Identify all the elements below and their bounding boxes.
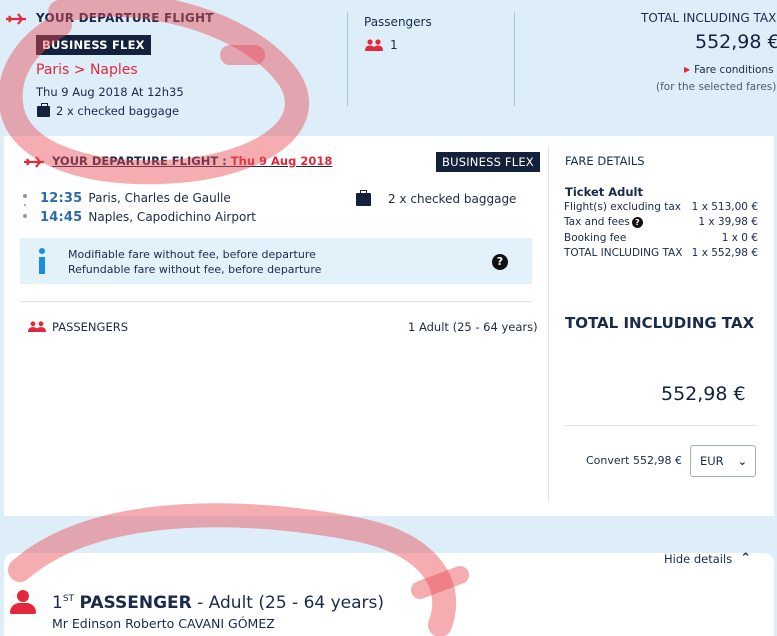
passengers-value: 1 Adult (25 - 64 years) bbox=[408, 320, 538, 334]
route: Paris > Naples bbox=[36, 62, 138, 78]
modifiable-note: Modifiable fare without fee, before depa… bbox=[68, 248, 316, 261]
itinerary-dot bbox=[23, 194, 27, 198]
departure-flight-heading-date: Thu 9 Aug 2018 bbox=[230, 154, 333, 168]
divider bbox=[514, 12, 515, 106]
fare-row-label: Tax and fees bbox=[564, 216, 630, 228]
chevron-down-icon: ⌄ bbox=[737, 455, 747, 468]
total-value: 552,98 € bbox=[661, 383, 746, 405]
baggage-detail: 2 x checked baggage bbox=[356, 189, 517, 206]
info-icon bbox=[36, 248, 48, 274]
passenger-word: PASSENGER bbox=[79, 593, 192, 613]
fare-row-label: TOTAL INCLUDING TAX bbox=[564, 247, 683, 259]
departure-flight-title: YOUR DEPARTURE FLIGHT bbox=[36, 11, 214, 25]
fare-info-box bbox=[20, 238, 532, 284]
plane-icon bbox=[6, 13, 26, 25]
person-icon bbox=[8, 590, 38, 614]
ticket-type: Ticket Adult bbox=[565, 185, 644, 199]
baggage-detail-text: 2 x checked baggage bbox=[388, 192, 517, 206]
baggage-icon bbox=[37, 102, 50, 117]
plane-icon bbox=[24, 156, 44, 168]
passenger-ordinal-suffix: ST bbox=[62, 594, 75, 604]
passenger-ordinal: 1 bbox=[52, 593, 63, 613]
hide-details-label: Hide details bbox=[664, 551, 733, 566]
divider bbox=[20, 301, 532, 302]
itinerary-line bbox=[23, 194, 27, 218]
departure-airport: Paris, Charles de Gaulle bbox=[88, 191, 231, 205]
fare-conditions-link[interactable]: Fare conditions bbox=[684, 64, 773, 76]
passenger-title: 1ST PASSENGER - Adult (25 - 64 years) bbox=[52, 593, 384, 613]
departure-row: 12:35 Paris, Charles de Gaulle bbox=[40, 191, 231, 206]
fare-row-value: 1 x 0 € bbox=[721, 232, 758, 244]
divider bbox=[347, 12, 348, 106]
departure-datetime: Thu 9 Aug 2018 At 12h35 bbox=[36, 85, 184, 99]
fare-row-total: TOTAL INCLUDING TAX 1 x 552,98 € bbox=[564, 247, 758, 259]
total-label: TOTAL INCLUDING TAX bbox=[641, 11, 777, 25]
fare-row-value: 1 x 39,98 € bbox=[698, 216, 758, 228]
passenger-name: Mr Edinson Roberto CAVANI GÓMEZ bbox=[52, 616, 275, 631]
departure-flight-heading[interactable]: YOUR DEPARTURE FLIGHT : Thu 9 Aug 2018 bbox=[52, 154, 332, 168]
baggage-icon bbox=[356, 189, 371, 206]
passengers-heading: PASSENGERS bbox=[52, 320, 129, 334]
chevron-up-icon: ⌃ bbox=[740, 551, 752, 566]
passengers-icon bbox=[364, 39, 384, 51]
hide-details-toggle[interactable]: Hide details ⌃ bbox=[664, 551, 751, 566]
itinerary-dot bbox=[23, 214, 27, 218]
total-value: 552,98 € bbox=[695, 31, 777, 53]
fare-conditions-note: (for the selected fares) bbox=[656, 81, 777, 93]
fare-badge: BUSINESS FLEX bbox=[36, 35, 151, 55]
arrival-airport: Naples, Capodichino Airport bbox=[88, 210, 256, 224]
passengers-label: Passengers bbox=[364, 15, 432, 29]
fare-row-value: 1 x 513,00 € bbox=[691, 201, 758, 213]
itinerary-dot bbox=[24, 204, 26, 206]
fare-row-label: Booking fee bbox=[564, 232, 627, 244]
baggage-summary: 2 x checked baggage bbox=[37, 102, 180, 118]
convert-label: Convert 552,98 € bbox=[586, 454, 682, 467]
departure-flight-heading-prefix: YOUR DEPARTURE FLIGHT : bbox=[52, 154, 231, 168]
refundable-note: Refundable fare without fee, before depa… bbox=[68, 263, 322, 276]
help-icon[interactable]: ? bbox=[631, 217, 643, 228]
currency-select[interactable]: EUR ⌄ bbox=[690, 445, 756, 477]
fare-row-label: Flight(s) excluding tax bbox=[564, 201, 681, 213]
total-label: TOTAL INCLUDING TAX bbox=[565, 314, 755, 332]
help-icon[interactable]: ? bbox=[492, 254, 508, 270]
passengers-count: 1 bbox=[390, 38, 398, 52]
divider bbox=[565, 425, 757, 426]
passengers-count-row: 1 bbox=[364, 38, 398, 52]
currency-value: EUR bbox=[700, 454, 724, 468]
fare-row-taxes: Tax and fees? 1 x 39,98 € bbox=[564, 216, 758, 228]
passengers-icon bbox=[27, 321, 47, 332]
divider bbox=[548, 146, 549, 502]
passenger-type: - Adult (25 - 64 years) bbox=[191, 593, 385, 613]
fare-row-booking-fee: Booking fee 1 x 0 € bbox=[564, 232, 758, 244]
baggage-summary-text: 2 x checked baggage bbox=[56, 104, 180, 118]
fare-row-value: 1 x 552,98 € bbox=[691, 247, 758, 259]
fare-badge: BUSINESS FLEX bbox=[436, 152, 540, 172]
departure-time: 12:35 bbox=[40, 191, 83, 206]
arrival-time: 14:45 bbox=[40, 210, 83, 225]
fare-row-flights: Flight(s) excluding tax 1 x 513,00 € bbox=[564, 201, 758, 213]
arrival-row: 14:45 Naples, Capodichino Airport bbox=[40, 210, 256, 225]
fare-details-title: FARE DETAILS bbox=[565, 154, 645, 168]
